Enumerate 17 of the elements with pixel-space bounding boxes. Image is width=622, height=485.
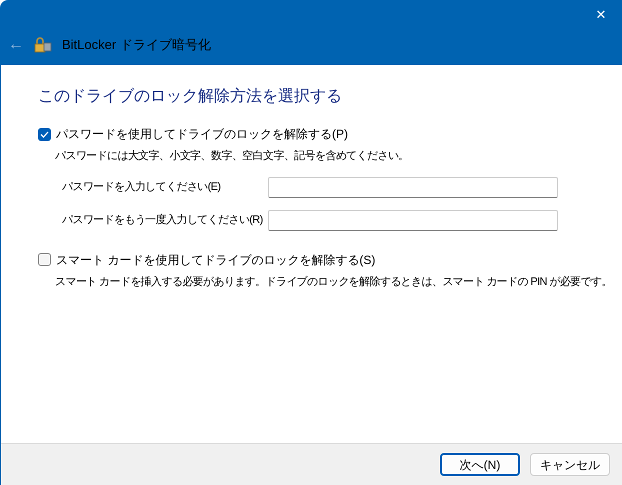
lock-drive-icon [34,36,52,53]
page-heading: このドライブのロック解除方法を選択する [38,86,343,107]
option-description: パスワードには大文字、小文字、数字、空白文字、記号を含めてください。 [55,148,410,164]
password-field[interactable] [268,210,558,230]
window-title: BitLocker ドライブ暗号化 [62,36,211,54]
close-button[interactable]: ✕ [590,4,612,26]
password-field[interactable] [268,176,558,198]
checkbox[interactable] [38,253,51,266]
field-label: パスワードをもう一度入力してください(R) [62,212,264,228]
checkbox[interactable] [38,128,51,140]
check-icon [40,130,49,138]
field-label: パスワードを入力してください(E) [62,180,222,195]
checkbox-label[interactable]: スマート カードを使用してドライブのロックを解除する(S) [56,250,376,268]
option-description: スマート カードを挿入する必要があります。ドライブのロックを解除するときは、スマート カードの PIN が必要です。 [55,274,613,290]
checkbox-label[interactable]: パスワードを使用してドライブのロックを解除する(P) [56,125,348,143]
dialog-button[interactable]: キャンセル [530,453,610,476]
dialog-button[interactable]: 次へ(N) [440,453,520,476]
